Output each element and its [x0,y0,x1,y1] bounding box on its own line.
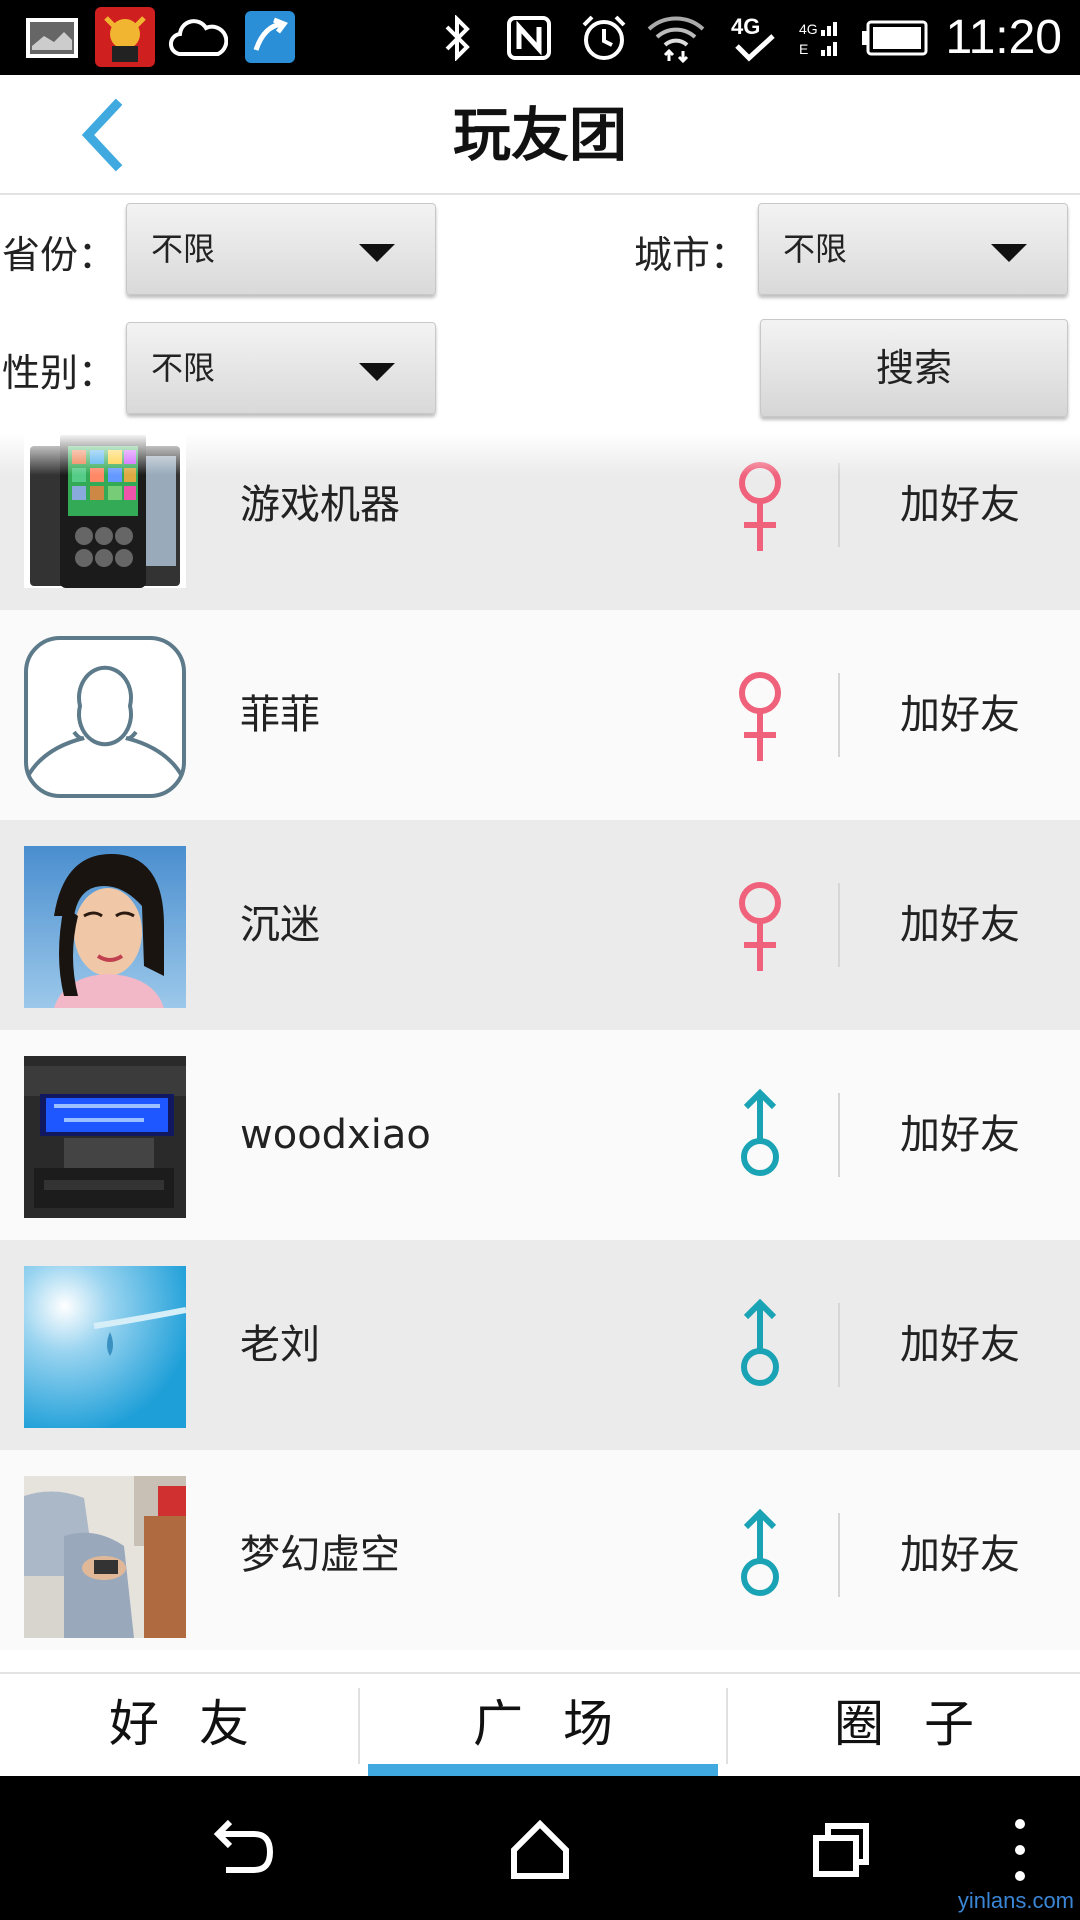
status-bar: 4G 4G E 11:20 [0,0,1080,75]
more-menu-icon[interactable] [990,1810,1050,1890]
user-name: woodxiao [240,1112,431,1158]
dropdown-arrow-icon [359,244,395,262]
list-fade [0,435,1080,475]
male-icon [741,1298,779,1386]
dropdown-arrow-icon [991,244,1027,262]
gallery-icon [22,14,82,62]
female-icon [739,882,781,971]
list-item[interactable]: 梦幻虚空 加好友 [0,1450,1080,1650]
divider [838,673,840,757]
divider [838,1303,840,1387]
user-name: 沉迷 [240,902,320,948]
avatar[interactable] [24,1266,186,1428]
province-value: 不限 [151,230,216,268]
bluetooth-icon [440,14,476,62]
female-icon [739,672,781,761]
province-label: 省份： [2,233,117,277]
page-title: 玩友团 [452,101,627,169]
home-nav-icon[interactable] [500,1810,580,1890]
bottom-tab-bar: 好友 广场 圈子 [0,1672,1080,1778]
add-friend-button[interactable]: 加好友 [860,1450,1060,1650]
search-button[interactable]: 搜索 [760,319,1068,417]
city-label: 城市： [634,233,749,277]
app-bull-icon [94,6,156,68]
avatar[interactable] [24,636,186,798]
list-item[interactable]: 沉迷 加好友 [0,820,1080,1030]
gender-label: 性别： [2,351,117,395]
add-friend-button[interactable]: 加好友 [860,1240,1060,1450]
wifi-icon [644,14,708,63]
recents-nav-icon[interactable] [800,1810,880,1890]
city-value: 不限 [783,230,848,268]
back-nav-icon[interactable] [200,1810,280,1890]
user-name: 老刘 [240,1322,320,1368]
add-friend-button[interactable]: 加好友 [860,1030,1060,1240]
status-time: 11:20 [945,11,1062,64]
city-select[interactable]: 不限 [758,203,1068,295]
male-icon [741,1508,779,1596]
svg-text:4G: 4G [799,21,818,37]
divider [838,463,840,547]
4g-icon: 4G [728,14,780,62]
user-name: 菲菲 [240,692,320,738]
tab-friends[interactable]: 好友 [0,1674,358,1778]
add-friend-button[interactable]: 加好友 [860,610,1060,820]
divider [838,1513,840,1597]
list-item[interactable]: woodxiao 加好友 [0,1030,1080,1240]
list-item[interactable]: 菲菲 加好友 [0,610,1080,820]
list-item[interactable]: 老刘 加好友 [0,1240,1080,1450]
battery-icon [860,14,930,62]
male-icon [741,1088,779,1176]
dropdown-arrow-icon [359,363,395,381]
tab-circle[interactable]: 圈子 [728,1674,1080,1778]
watermark: yinlans.com [957,1888,1074,1913]
divider [838,1093,840,1177]
app-arrow-icon [244,10,296,64]
add-friend-button[interactable]: 加好友 [860,820,1060,1030]
nfc-icon [504,14,554,62]
signal-icon: 4G E [796,14,846,62]
avatar[interactable] [24,1476,186,1638]
avatar[interactable] [24,846,186,1008]
divider [838,883,840,967]
alarm-icon [576,14,632,62]
svg-text:E: E [799,41,808,57]
gender-select[interactable]: 不限 [126,322,436,414]
title-bar: 玩友团 [0,75,1080,195]
cloud-icon [168,14,228,62]
user-name: 梦幻虚空 [240,1532,400,1578]
province-select[interactable]: 不限 [126,203,436,295]
system-nav-bar: yinlans.com [0,1776,1080,1920]
svg-text:4G: 4G [731,14,760,39]
user-list[interactable]: 游戏机器 加好友 菲菲 加好友 沉迷 加好友 woodxiao 加好友 老刘 加… [0,435,1080,1650]
filter-panel: 省份： 不限 城市： 不限 性别： 不限 搜索 [0,197,1080,435]
avatar[interactable] [24,1056,186,1218]
gender-value: 不限 [151,349,216,387]
tab-square[interactable]: 广场 [360,1674,726,1778]
